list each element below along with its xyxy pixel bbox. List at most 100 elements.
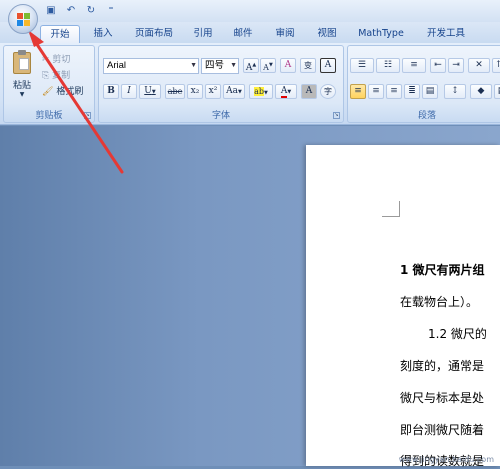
document-line[interactable]: 微尺与标本是处: [400, 389, 484, 406]
chinese-layout-icon: ✕: [475, 60, 483, 70]
justify-button[interactable]: ≣: [404, 84, 420, 99]
document-heading[interactable]: 1 微尺有两片组: [400, 261, 485, 278]
redo-icon[interactable]: ↻: [84, 4, 98, 18]
chevron-down-icon: ▼: [190, 62, 197, 69]
character-border-icon: A: [324, 60, 332, 70]
numbering-button[interactable]: ☷: [376, 58, 400, 73]
character-shading-button[interactable]: A: [301, 84, 317, 99]
bold-button[interactable]: B: [103, 84, 119, 99]
subscript-button[interactable]: x₂: [187, 84, 203, 99]
customize-icon[interactable]: ⁼: [104, 4, 118, 18]
strikethrough-button[interactable]: abe: [165, 84, 185, 99]
ribbon: 粘贴 ▼ ✂ 剪切 ⎘ 复制 🖌 格式刷 剪贴板 ↘ Arial ▼ 四号 ▼ …: [0, 43, 500, 125]
distributed-button[interactable]: ▤: [422, 84, 438, 99]
subscript-icon: x₂: [190, 86, 200, 96]
document-line[interactable]: 刻度的，通常是: [400, 357, 484, 374]
tab-mailings[interactable]: 邮件: [228, 25, 258, 43]
enclose-characters-button[interactable]: 字: [320, 84, 336, 99]
clipboard-group-label: 剪贴板: [35, 111, 63, 121]
format-painter-button[interactable]: 🖌 格式刷: [42, 84, 83, 97]
tab-page-layout[interactable]: 页面布局: [128, 25, 180, 43]
clipboard-icon: [13, 50, 31, 74]
clipboard-launcher-icon[interactable]: ↘: [84, 112, 91, 119]
font-color-button[interactable]: A▼: [275, 84, 297, 99]
phonetic-guide-button[interactable]: 变: [300, 58, 316, 73]
tab-developer[interactable]: 开发工具: [420, 25, 472, 43]
copy-label: 复制: [52, 71, 71, 81]
sort-button[interactable]: ⇅: [492, 58, 500, 73]
align-center-icon: ≡: [372, 86, 380, 96]
font-name-value: Arial: [107, 60, 127, 71]
change-case-icon: Aa: [226, 86, 238, 96]
align-right-icon: ≡: [390, 86, 398, 96]
font-launcher-icon[interactable]: ↘: [333, 112, 340, 119]
paste-button[interactable]: 粘贴 ▼: [8, 50, 36, 100]
distributed-icon: ▤: [425, 86, 435, 96]
superscript-icon: x²: [208, 86, 218, 96]
underline-button[interactable]: U▼: [139, 84, 161, 99]
document-line[interactable]: 在载物台上）。: [400, 293, 478, 310]
page-margin-mark: [382, 201, 400, 217]
clipboard-group: 粘贴 ▼ ✂ 剪切 ⎘ 复制 🖌 格式刷 剪贴板 ↘: [3, 45, 95, 123]
increase-indent-icon: ⇥: [452, 60, 460, 70]
paste-label: 粘贴: [12, 81, 31, 91]
tab-mathtype[interactable]: MathType: [352, 25, 410, 43]
tab-references[interactable]: 引用: [188, 25, 218, 43]
sort-icon: ⇅: [496, 60, 500, 70]
multilevel-list-icon: ≡: [410, 60, 418, 70]
document-line[interactable]: 1.2 微尺的: [428, 325, 487, 342]
font-size-value: 四号: [205, 60, 225, 71]
copy-button[interactable]: ⎘ 复制: [42, 68, 70, 81]
clear-format-button[interactable]: A: [280, 58, 296, 73]
undo-icon[interactable]: ↶: [64, 4, 78, 18]
tab-insert[interactable]: 插入: [86, 25, 120, 43]
italic-button[interactable]: I: [121, 84, 137, 99]
highlight-button[interactable]: ab▼: [249, 84, 273, 99]
italic-icon: I: [127, 86, 131, 96]
font-size-combo[interactable]: 四号 ▼: [201, 58, 239, 74]
copy-icon: ⎘: [42, 71, 50, 81]
office-button[interactable]: [8, 4, 38, 34]
document-line[interactable]: 即台测微尺随着: [400, 421, 484, 438]
multilevel-list-button[interactable]: ≡: [402, 58, 426, 73]
superscript-button[interactable]: x²: [205, 84, 221, 99]
strikethrough-icon: abe: [167, 87, 183, 96]
decrease-indent-button[interactable]: ⇤: [430, 58, 446, 73]
line-spacing-button[interactable]: ↕: [444, 84, 466, 99]
character-border-button[interactable]: A: [320, 58, 336, 73]
font-name-combo[interactable]: Arial ▼: [103, 58, 199, 74]
bullets-button[interactable]: ☰: [350, 58, 374, 73]
scissors-icon: ✂: [42, 55, 50, 65]
change-case-button[interactable]: Aa▼: [223, 84, 245, 99]
office-logo-icon: [17, 13, 30, 26]
tab-home[interactable]: 开始: [40, 25, 80, 43]
cut-button[interactable]: ✂ 剪切: [42, 52, 70, 65]
font-group-label: 字体: [211, 111, 230, 121]
save-icon[interactable]: ▣: [44, 4, 58, 18]
font-group: Arial ▼ 四号 ▼ A▲ A▼ A 变 A B I U▼ abe x₂ x…: [98, 45, 344, 123]
grow-font-button[interactable]: A▲: [243, 58, 259, 73]
paragraph-group-label: 段落: [417, 111, 436, 121]
chevron-down-icon: ▼: [19, 91, 25, 98]
character-shading-icon: A: [305, 86, 313, 96]
shading-button[interactable]: ◆: [470, 84, 492, 99]
brush-icon: 🖌: [42, 87, 54, 97]
phonetic-guide-icon: 变: [304, 61, 312, 70]
increase-indent-button[interactable]: ⇥: [448, 58, 464, 73]
title-bar: ▣ ↶ ↻ ⁼: [0, 0, 500, 22]
align-left-button[interactable]: ≡: [350, 84, 366, 99]
format-painter-label: 格式刷: [56, 87, 84, 97]
align-right-button[interactable]: ≡: [386, 84, 402, 99]
quick-access-toolbar: ▣ ↶ ↻ ⁼: [44, 4, 118, 18]
paragraph-group: ☰ ☷ ≡ ⇤ ⇥ ✕ ⇅ ≡ ≡ ≡ ≣ ▤ ↕ ◆ ▦ 段落: [347, 45, 500, 123]
tab-review[interactable]: 审阅: [270, 25, 300, 43]
align-center-button[interactable]: ≡: [368, 84, 384, 99]
borders-button[interactable]: ▦: [494, 84, 500, 99]
line-spacing-icon: ↕: [451, 86, 459, 96]
bold-icon: B: [107, 86, 115, 96]
highlight-icon: ab: [254, 87, 265, 96]
shrink-font-button[interactable]: A▼: [260, 58, 276, 73]
chinese-layout-button[interactable]: ✕: [468, 58, 490, 73]
tab-view[interactable]: 视图: [312, 25, 342, 43]
enclose-characters-icon: 字: [324, 87, 332, 96]
